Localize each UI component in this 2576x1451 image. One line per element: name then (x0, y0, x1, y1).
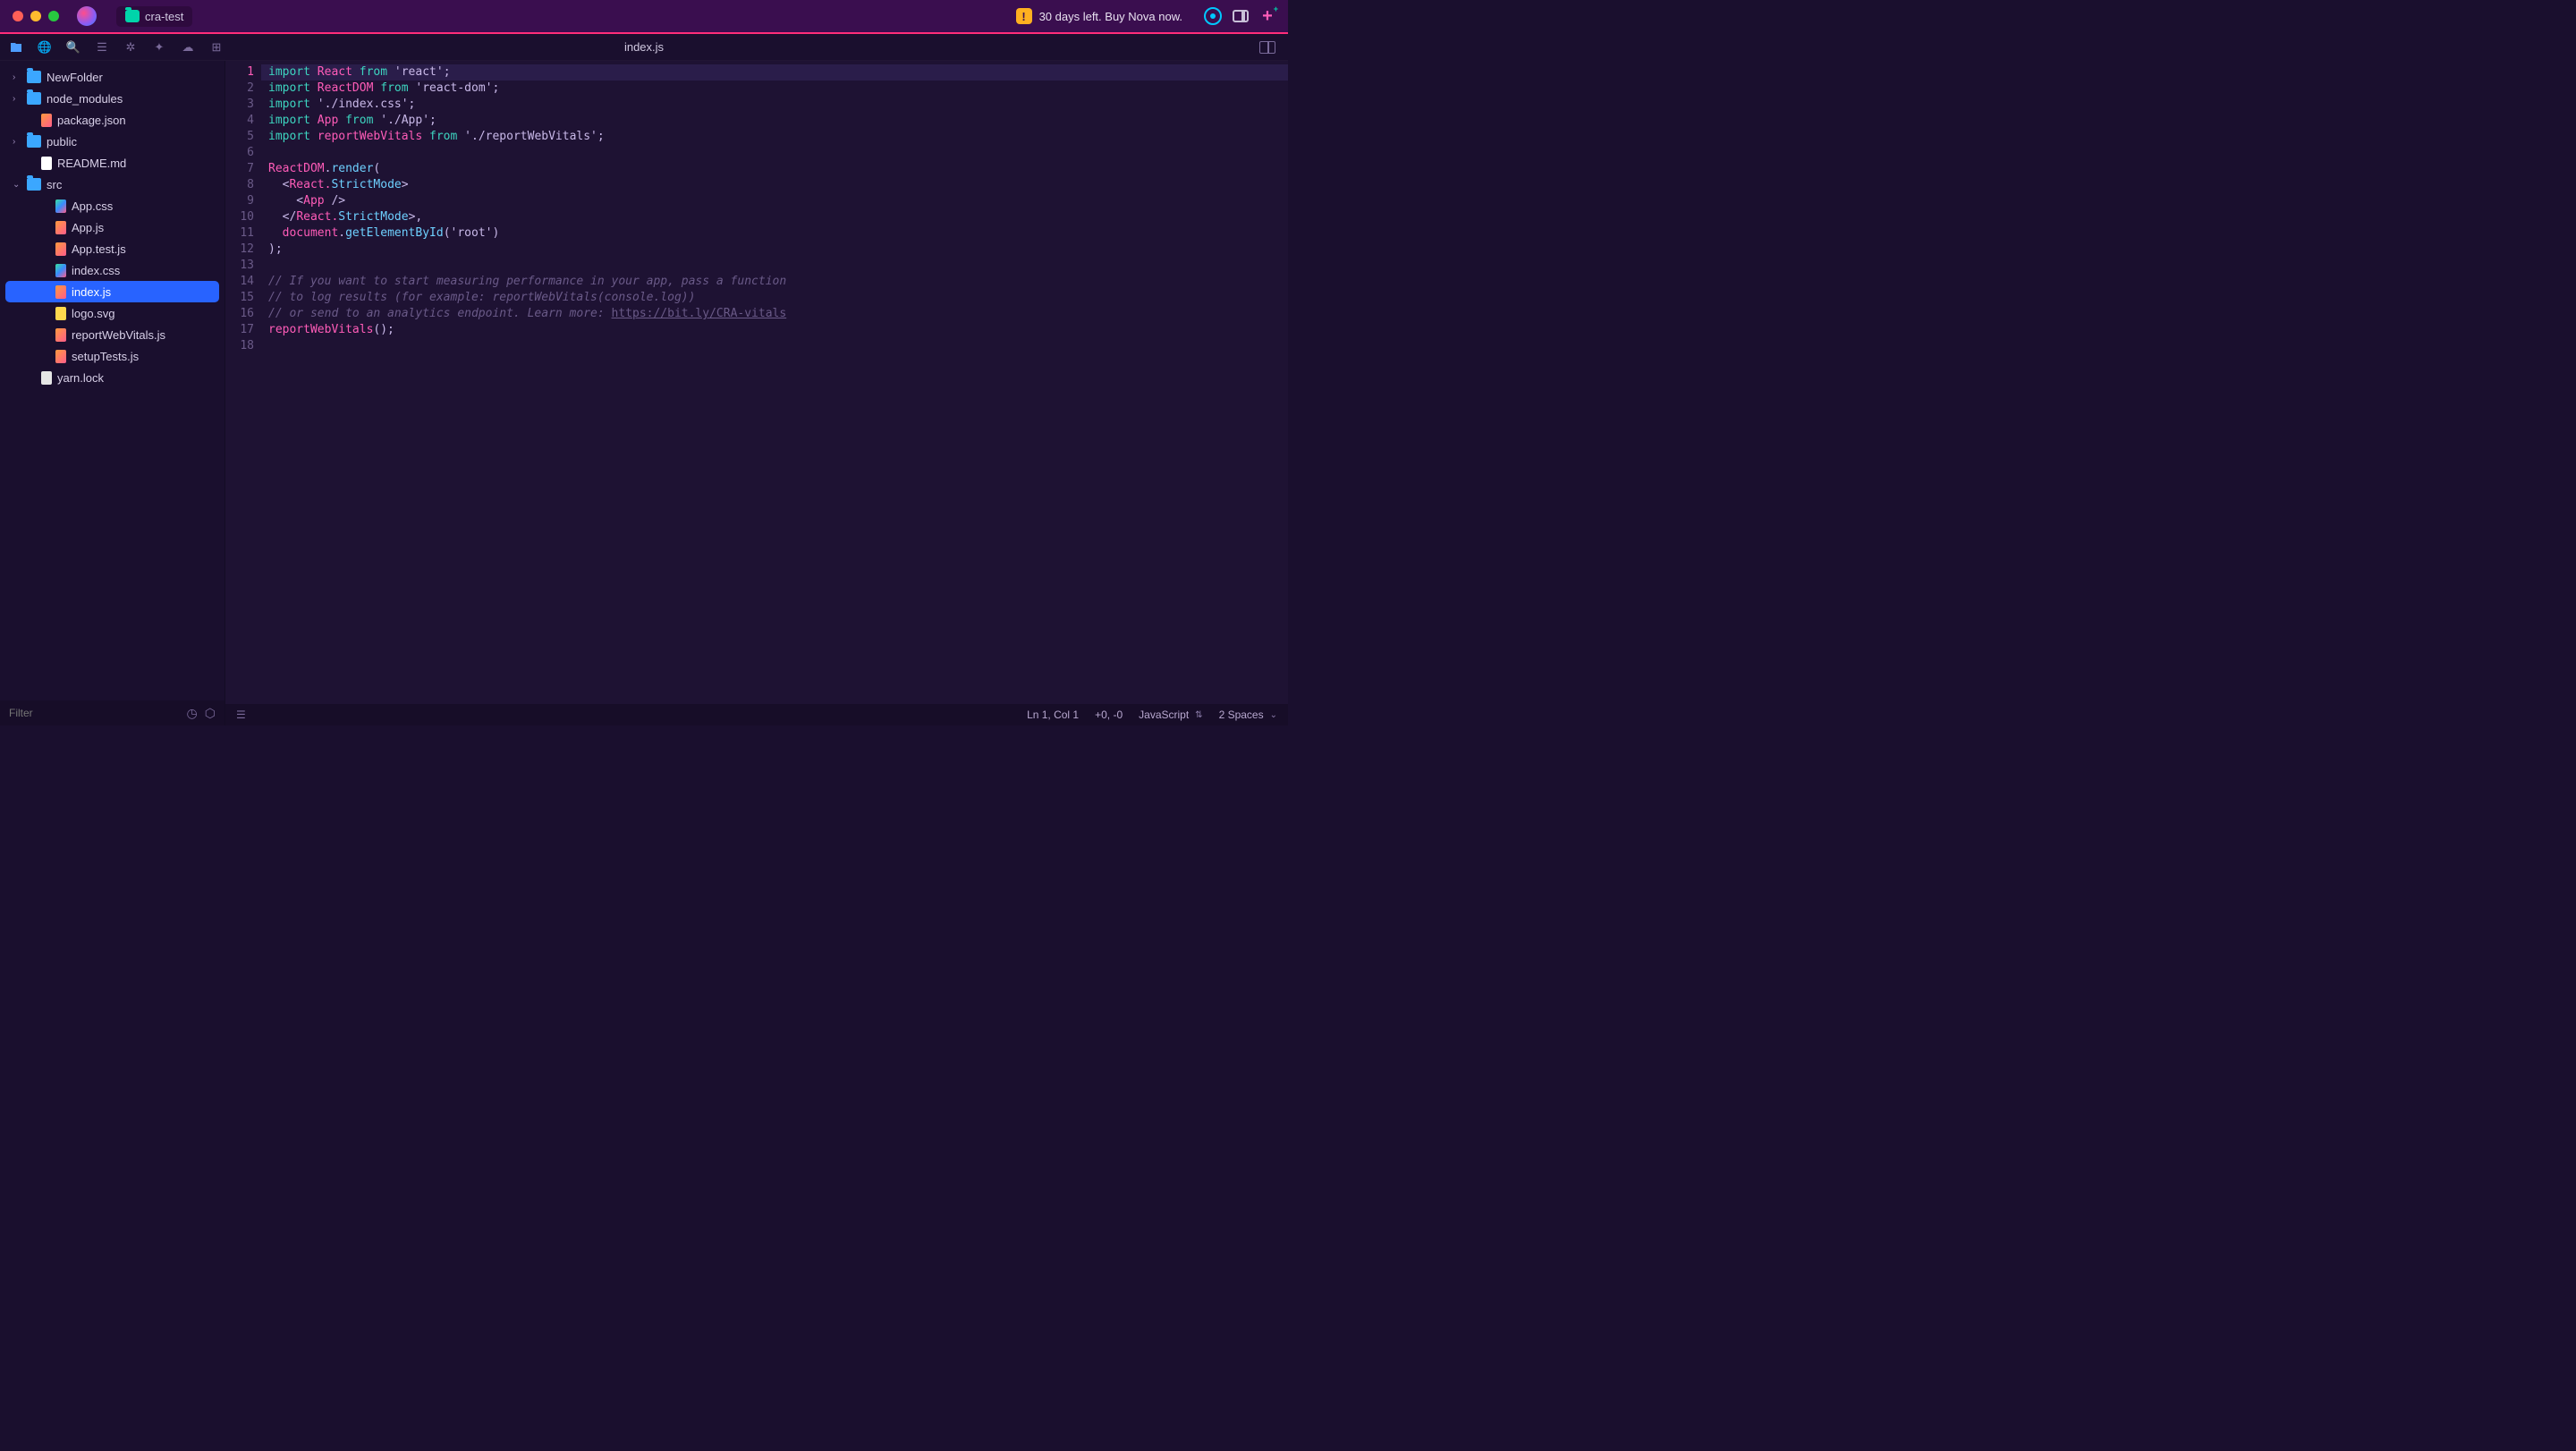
cloud-icon[interactable]: ☁ (181, 40, 195, 55)
file-icon (55, 242, 66, 256)
chevron-right-icon[interactable]: › (13, 94, 21, 104)
item-label: reportWebVitals.js (72, 328, 165, 342)
item-label: App.test.js (72, 242, 126, 256)
indent-selector[interactable]: 2 Spaces (1219, 709, 1277, 721)
item-label: package.json (57, 114, 126, 127)
globe-icon[interactable]: 🌐 (38, 40, 52, 55)
item-label: App.css (72, 199, 113, 213)
item-label: setupTests.js (72, 350, 139, 363)
file-icon (55, 285, 66, 299)
line-gutter: 123456789101112131415161718 (225, 61, 261, 704)
file-row[interactable]: reportWebVitals.js (0, 324, 225, 345)
file-icon (55, 221, 66, 234)
folder-row[interactable]: › public (0, 131, 225, 152)
search-icon[interactable]: 🔍 (66, 40, 80, 55)
sidebar-footer: ◷ ⬡ (0, 700, 225, 726)
file-icon (55, 307, 66, 320)
snowflake-icon[interactable]: ✲ (123, 40, 138, 55)
folder-icon (27, 135, 41, 148)
outline-icon[interactable]: ☰ (236, 709, 246, 721)
file-row[interactable]: setupTests.js (0, 345, 225, 367)
item-label: README.md (57, 157, 126, 170)
item-label: node_modules (47, 92, 123, 106)
file-row[interactable]: index.css (0, 259, 225, 281)
sparkle-icon[interactable]: ✦ (152, 40, 166, 55)
item-label: yarn.lock (57, 371, 104, 385)
language-selector[interactable]: JavaScript (1139, 709, 1202, 721)
file-icon (55, 264, 66, 277)
folder-icon (27, 71, 41, 83)
panel-toggle-icon[interactable] (1233, 10, 1249, 22)
trial-notice[interactable]: ! 30 days left. Buy Nova now. (1016, 8, 1182, 24)
active-file-tab[interactable]: index.js (624, 40, 664, 54)
file-icon (55, 328, 66, 342)
folder-row[interactable]: › NewFolder (0, 66, 225, 88)
files-icon[interactable] (9, 40, 23, 55)
warning-icon: ! (1016, 8, 1032, 24)
code-content[interactable]: import React from 'react';import ReactDO… (261, 61, 1288, 704)
chevron-right-icon[interactable]: › (13, 72, 21, 82)
file-icon (41, 371, 52, 385)
project-tab[interactable]: cra-test (116, 6, 192, 27)
file-row[interactable]: README.md (0, 152, 225, 174)
toolbar: 🌐 🔍 ☰ ✲ ✦ ☁ ⊞ index.js (0, 34, 1288, 61)
editor: 123456789101112131415161718 import React… (225, 61, 1288, 726)
changes-indicator[interactable]: +0, -0 (1095, 709, 1123, 721)
window-controls (13, 11, 59, 21)
grid-icon[interactable]: ⊞ (209, 40, 224, 55)
file-icon (41, 114, 52, 127)
minimize-window-button[interactable] (30, 11, 41, 21)
file-row[interactable]: App.test.js (0, 238, 225, 259)
add-icon[interactable]: + (1259, 8, 1275, 24)
item-label: index.js (72, 285, 111, 299)
item-label: index.css (72, 264, 120, 277)
preview-icon[interactable] (1204, 7, 1222, 25)
split-editor-icon[interactable] (1259, 41, 1275, 54)
file-row[interactable]: App.css (0, 195, 225, 216)
item-label: src (47, 178, 62, 191)
folder-row[interactable]: › node_modules (0, 88, 225, 109)
file-icon (55, 199, 66, 213)
cursor-position[interactable]: Ln 1, Col 1 (1027, 709, 1079, 721)
folder-icon (27, 92, 41, 105)
item-label: public (47, 135, 77, 148)
project-folder-icon (125, 10, 140, 22)
file-icon (55, 350, 66, 363)
chevron-right-icon[interactable]: › (13, 137, 21, 147)
chevron-down-icon[interactable]: ⌄ (13, 180, 21, 190)
folder-row[interactable]: ⌄ src (0, 174, 225, 195)
item-label: logo.svg (72, 307, 114, 320)
hexagon-icon[interactable]: ⬡ (205, 706, 216, 721)
file-tree: › NewFolder › node_modules package.json › publ… (0, 61, 225, 700)
app-logo-icon (77, 6, 97, 26)
file-row[interactable]: package.json (0, 109, 225, 131)
zoom-window-button[interactable] (48, 11, 59, 21)
code-area[interactable]: 123456789101112131415161718 import React… (225, 61, 1288, 704)
project-name: cra-test (145, 10, 183, 23)
titlebar: cra-test ! 30 days left. Buy Nova now. + (0, 0, 1288, 32)
trial-text: 30 days left. Buy Nova now. (1039, 10, 1182, 23)
sidebar: › NewFolder › node_modules package.json › publ… (0, 61, 225, 726)
item-label: App.js (72, 221, 104, 234)
filter-lines-icon[interactable]: ☰ (95, 40, 109, 55)
file-row[interactable]: index.js (5, 281, 219, 302)
filter-input[interactable] (9, 707, 180, 719)
file-row[interactable]: logo.svg (0, 302, 225, 324)
item-label: NewFolder (47, 71, 103, 84)
file-icon (41, 157, 52, 170)
file-row[interactable]: yarn.lock (0, 367, 225, 388)
status-bar: ☰ Ln 1, Col 1 +0, -0 JavaScript 2 Spaces (225, 704, 1288, 726)
folder-icon (27, 178, 41, 191)
close-window-button[interactable] (13, 11, 23, 21)
clock-icon[interactable]: ◷ (187, 706, 198, 721)
file-row[interactable]: App.js (0, 216, 225, 238)
